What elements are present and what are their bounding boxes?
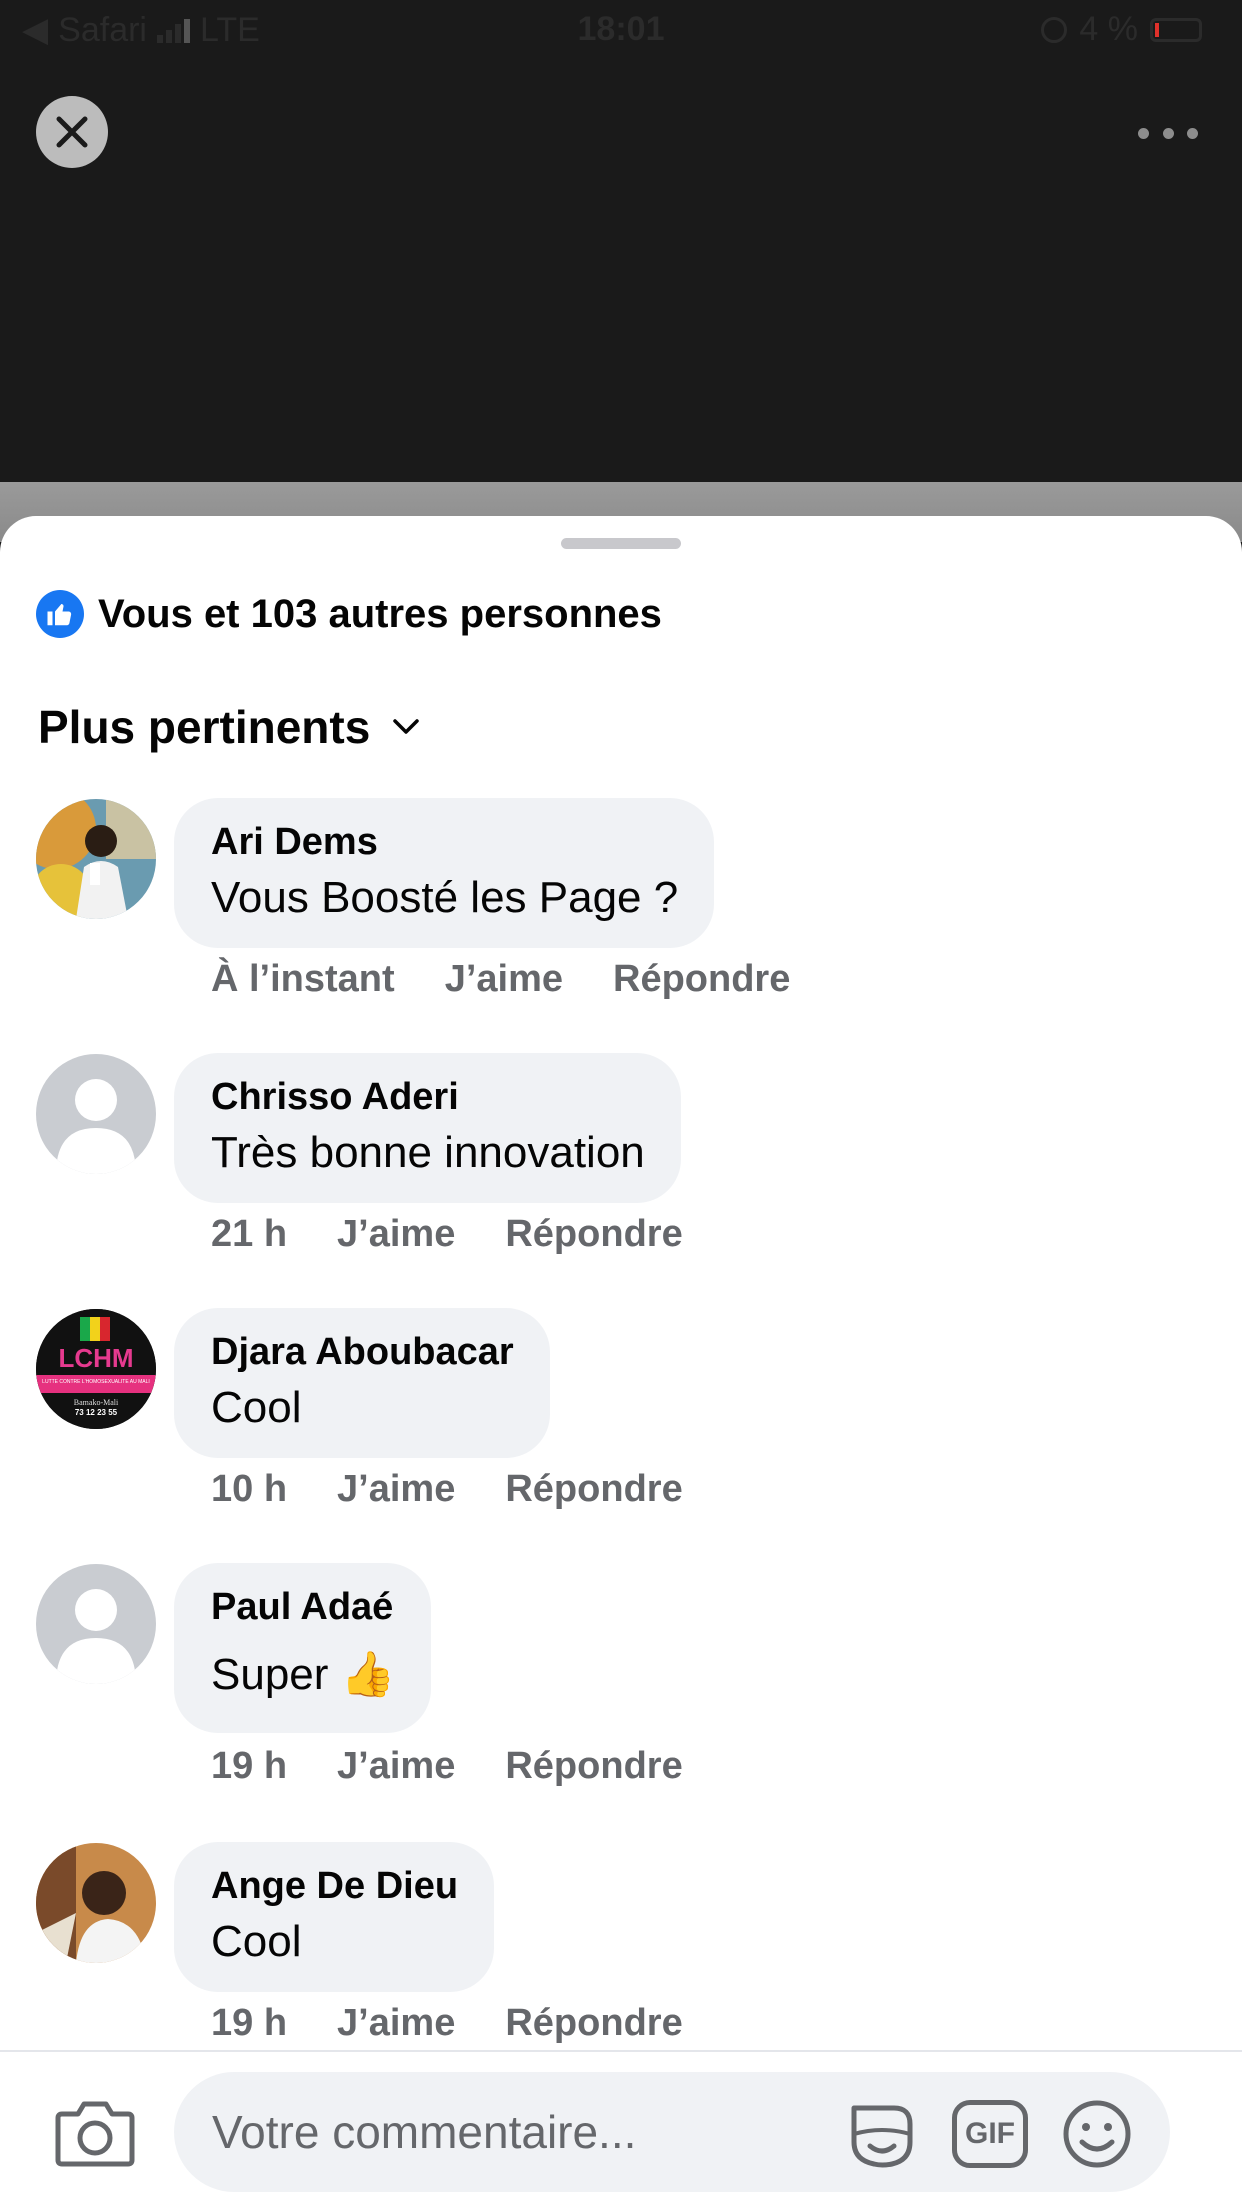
comment-actions: 10 h J’aime Répondre [211,1468,683,1511]
comment-author[interactable]: Chrisso Aderi [211,1075,645,1119]
comment-author[interactable]: Paul Adaé [211,1585,395,1629]
avatar[interactable] [36,1054,156,1174]
comment-bubble: Ari Dems Vous Boosté les Page ? [174,798,715,948]
comment-time: 19 h [211,2002,288,2044]
reply-button[interactable]: Répondre [505,1213,682,1256]
reply-button[interactable]: Répondre [505,1468,682,1511]
comment-text: Vous Boosté les Page ? [211,873,679,922]
more-options-button[interactable] [1138,118,1198,148]
close-icon [56,116,88,148]
like-button[interactable]: J’aime [337,2002,455,2045]
comment-text: Cool [211,1917,302,1966]
avatar[interactable] [36,1843,156,1963]
sticker-icon[interactable] [844,2098,920,2170]
close-button[interactable] [36,96,108,168]
comments-sheet: Vous et 103 autres personnes Plus pertin… [0,516,1242,2208]
battery-percent: 4 % [1079,10,1138,48]
comment-author[interactable]: Djara Aboubacar [211,1330,514,1374]
comment-actions: À l’instant J’aime Répondre [211,958,790,1001]
sort-dropdown[interactable]: Plus pertinents [38,700,420,754]
comment-time: 21 h [211,1213,288,1255]
comment-text: Cool [211,1383,302,1432]
status-right: 4 % [1041,10,1202,49]
comment-actions: 19 h J’aime Répondre [211,1745,683,1788]
more-icon [1138,127,1149,139]
comment-bubble: Djara Aboubacar Cool [174,1308,550,1458]
comment-actions: 21 h J’aime Répondre [211,1213,683,1256]
reply-button[interactable]: Répondre [505,2002,682,2045]
comment-author[interactable]: Ari Dems [211,820,678,864]
drag-handle[interactable] [561,538,681,549]
like-button[interactable]: J’aime [337,1468,455,1511]
avatar[interactable]: LCHM LUTTE CONTRE L'HOMOSEXUALITE AU MAL… [36,1309,156,1429]
comment-bubble: Ange De Dieu Cool [174,1842,495,1992]
camera-icon[interactable] [54,2096,136,2168]
logo-phone: 73 12 23 55 [75,1408,118,1417]
comment-actions: 19 h J’aime Répondre [211,2002,683,2045]
gif-icon[interactable]: GIF [952,2100,1028,2168]
reactions-label: Vous et 103 autres personnes [98,591,662,636]
logo-city: Bamako-Mali [74,1398,119,1407]
logo-text: LCHM [58,1343,133,1373]
emoji-icon[interactable] [1060,2098,1134,2170]
comment-text: Super 👍 [211,1650,396,1699]
comment-composer: GIF [0,2050,1242,2210]
reply-button[interactable]: Répondre [505,1745,682,1788]
comment-time: 10 h [211,1468,288,1510]
like-button[interactable]: J’aime [337,1213,455,1256]
gif-label: GIF [965,2117,1015,2150]
avatar[interactable] [36,1564,156,1684]
status-bar: ◀ Safari LTE 18:01 4 % [0,0,1242,62]
like-button[interactable]: J’aime [445,958,563,1001]
comment-bubble: Paul Adaé Super 👍 [174,1563,432,1733]
reply-button[interactable]: Répondre [613,958,790,1001]
rotation-lock-icon [1041,16,1068,43]
thumbs-up-icon [36,590,84,638]
battery-icon [1150,17,1202,42]
avatar[interactable] [36,799,156,919]
comment-author[interactable]: Ange De Dieu [211,1864,458,1908]
comment-time: À l’instant [211,958,395,1000]
sort-label: Plus pertinents [38,701,371,753]
comment-text: Très bonne innovation [211,1128,645,1177]
chevron-down-icon [393,719,420,734]
like-button[interactable]: J’aime [337,1745,455,1788]
logo-caption: LUTTE CONTRE L'HOMOSEXUALITE AU MALI [42,1379,150,1385]
comment-time: 19 h [211,1745,288,1787]
comment-bubble: Chrisso Aderi Très bonne innovation [174,1053,681,1203]
reactions-summary[interactable]: Vous et 103 autres personnes [36,590,662,638]
